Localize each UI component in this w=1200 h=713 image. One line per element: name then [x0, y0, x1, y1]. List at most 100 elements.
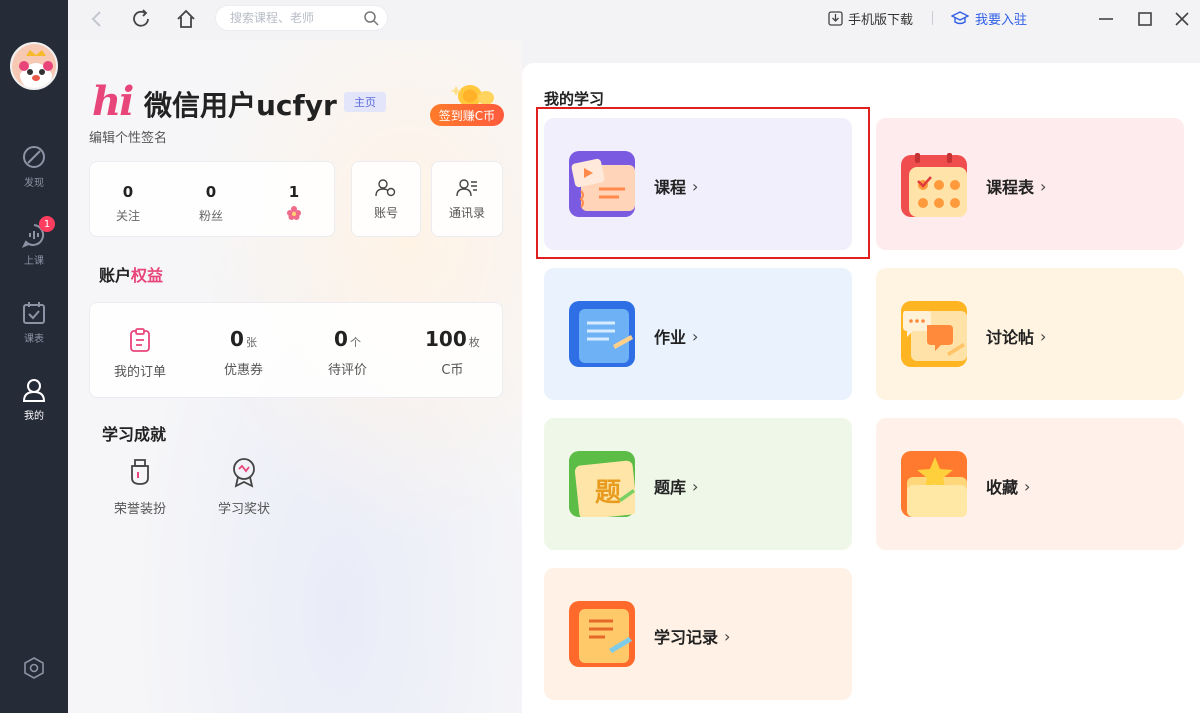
- download-label: 手机版下载: [848, 13, 914, 28]
- profile-panel: hi 微信用户ucfyr 主页 签到赚C币 编辑个性签名 0 关注 0 粉丝 1: [68, 40, 522, 713]
- contacts-button[interactable]: 通讯录: [431, 161, 503, 237]
- refresh-icon[interactable]: [130, 8, 152, 30]
- contacts-icon: [456, 178, 477, 196]
- sidebar-item-label: 课表: [24, 334, 44, 345]
- user-icon: [22, 379, 46, 402]
- fans-count: 0: [205, 183, 217, 201]
- coupon-value: 0张: [230, 327, 257, 351]
- tile-favorites[interactable]: 收藏 ›: [876, 418, 1184, 550]
- following-stat[interactable]: 0 关注: [116, 183, 140, 224]
- hexagon-settings-icon[interactable]: [22, 656, 46, 680]
- following-label: 关注: [116, 209, 141, 223]
- sidebar-item-discover[interactable]: 发现: [0, 144, 68, 200]
- award-medal-icon: [233, 458, 255, 488]
- calendar-check-icon: [23, 302, 45, 324]
- compass-icon: [23, 146, 45, 168]
- chevron-right-icon: ›: [1040, 176, 1047, 196]
- study-record-label: 学习记录 ›: [654, 624, 730, 648]
- study-record-icon: [569, 601, 635, 667]
- chevron-right-icon: ›: [1024, 476, 1031, 496]
- edit-signature[interactable]: 编辑个性签名: [89, 127, 167, 146]
- tile-question-bank[interactable]: 题 题库 ›: [544, 418, 852, 550]
- mobile-download-link[interactable]: 手机版下载: [828, 9, 913, 28]
- notification-badge: 1: [39, 216, 55, 232]
- graduation-cap-icon: [951, 11, 969, 25]
- tile-label: 学习记录: [654, 628, 719, 647]
- chevron-right-icon: ›: [1040, 326, 1047, 346]
- tile-discussion[interactable]: 讨论帖 ›: [876, 268, 1184, 400]
- timetable-label: 课程表 ›: [986, 174, 1046, 198]
- account-settings-icon: [375, 178, 396, 196]
- avatar[interactable]: [10, 42, 58, 90]
- search-box: [215, 5, 388, 31]
- pending-reviews[interactable]: 0个 待评价: [328, 327, 367, 378]
- course-play-icon: [569, 151, 635, 217]
- tile-timetable[interactable]: 课程表 ›: [876, 118, 1184, 250]
- order-clipboard-icon: [130, 328, 150, 352]
- my-orders[interactable]: 我的订单: [114, 327, 166, 380]
- maximize-icon[interactable]: [1135, 9, 1155, 29]
- fans-label: 粉丝: [199, 209, 224, 223]
- chevron-right-icon: ›: [692, 326, 699, 346]
- tile-label: 收藏: [986, 478, 1019, 497]
- stats-card: 0 关注 0 粉丝 1: [89, 161, 335, 237]
- username: 微信用户ucfyr: [144, 89, 337, 122]
- trophy-cup-icon: [131, 459, 149, 485]
- chat-bubble-icon: 1: [21, 216, 55, 248]
- search-icon[interactable]: [363, 10, 379, 26]
- join-label: 我要入驻: [975, 13, 1028, 28]
- chevron-right-icon: ›: [724, 626, 731, 646]
- hi-greeting: hi: [92, 78, 134, 125]
- honor-decoration[interactable]: 荣誉装扮: [114, 456, 166, 517]
- certificate-label: 学习奖状: [218, 502, 271, 517]
- home-icon[interactable]: [175, 8, 197, 30]
- home-tag-button[interactable]: 主页: [344, 92, 386, 112]
- close-icon[interactable]: [1172, 9, 1192, 29]
- honor-label: 荣誉装扮: [114, 502, 167, 517]
- course-label: 课程 ›: [654, 174, 698, 198]
- signin-earn-button[interactable]: 签到赚C币: [430, 104, 504, 126]
- review-value: 0个: [334, 327, 361, 351]
- favorite-folder-icon: [901, 451, 967, 517]
- tile-homework[interactable]: 作业 ›: [544, 268, 852, 400]
- chevron-right-icon: ›: [692, 176, 699, 196]
- study-certificate[interactable]: 学习奖状: [218, 456, 270, 517]
- c-coins[interactable]: 100 枚 C币: [425, 327, 480, 378]
- homework-label: 作业 ›: [654, 324, 698, 348]
- sidebar-item-label: 发现: [24, 178, 44, 189]
- join-link[interactable]: 我要入驻: [951, 9, 1027, 28]
- sidebar-item-label: 我的: [24, 411, 44, 422]
- flower-stat[interactable]: 1: [286, 183, 302, 221]
- following-count: 0: [122, 183, 134, 201]
- orders-label: 我的订单: [114, 365, 167, 380]
- tile-course[interactable]: 课程 ›: [544, 118, 852, 250]
- flower-icon: [287, 206, 301, 220]
- back-arrow-icon[interactable]: [86, 8, 108, 30]
- sidebar-item-label: 上课: [24, 256, 44, 267]
- favorites-label: 收藏 ›: [986, 474, 1030, 498]
- search-input[interactable]: [216, 6, 356, 30]
- minimize-icon[interactable]: [1096, 9, 1116, 29]
- benefits-title-prefix: 账户: [99, 266, 132, 285]
- fans-stat[interactable]: 0 粉丝: [199, 183, 223, 224]
- benefits-card: 我的订单 0张 优惠券 0个 待评价 100 枚 C币: [89, 302, 503, 398]
- account-button[interactable]: 账号: [351, 161, 421, 237]
- sidebar-item-mine[interactable]: 我的: [0, 377, 68, 433]
- benefits-title-accent: 权益: [131, 266, 164, 285]
- sidebar-item-class[interactable]: 1 上课: [0, 216, 68, 278]
- homework-book-icon: [569, 301, 635, 367]
- contacts-label: 通讯录: [448, 205, 485, 220]
- sidebar-item-timetable[interactable]: 课表: [0, 300, 68, 356]
- coupons[interactable]: 0张 优惠券: [224, 327, 263, 378]
- discussion-bubbles-icon: [901, 301, 967, 367]
- question-bank-icon: 题: [569, 451, 635, 517]
- review-label: 待评价: [328, 363, 368, 378]
- tile-label: 题库: [654, 478, 687, 497]
- discussion-label: 讨论帖 ›: [986, 324, 1046, 348]
- tile-study-record[interactable]: 学习记录 ›: [544, 568, 852, 700]
- divider: [932, 11, 933, 25]
- coin-value: 100 枚: [425, 327, 480, 351]
- top-bar: 手机版下载 我要入驻: [68, 0, 1200, 40]
- tile-label: 作业: [654, 328, 687, 347]
- question-bank-label: 题库 ›: [654, 474, 698, 498]
